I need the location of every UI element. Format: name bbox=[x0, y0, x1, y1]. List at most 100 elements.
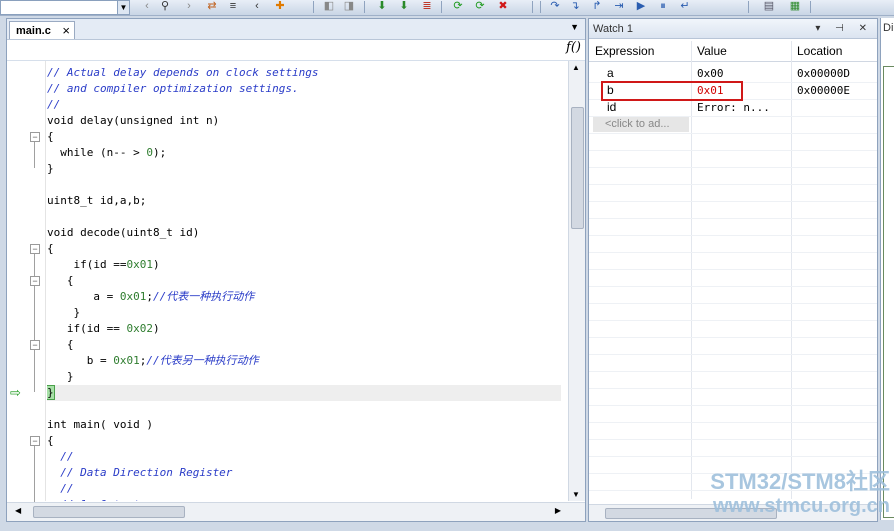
editor-horizontal-scrollbar[interactable]: ◀ ▶ bbox=[7, 502, 585, 521]
chevron-down-icon[interactable]: ▼ bbox=[117, 1, 129, 14]
code-comment: // Data Direction Register bbox=[47, 466, 233, 479]
next-arrow-icon[interactable]: ‹ bbox=[250, 0, 264, 13]
download2-icon[interactable]: ⬇ bbox=[397, 0, 411, 13]
scroll-thumb[interactable] bbox=[33, 506, 185, 518]
window2-icon[interactable]: ▦ bbox=[788, 0, 802, 13]
watch-add-row[interactable]: <click to ad... bbox=[589, 116, 877, 134]
watch-window-controls[interactable]: ▾ ⊣ ✕ bbox=[815, 19, 873, 39]
code-number: 0x01 bbox=[113, 354, 140, 367]
fold-guide bbox=[34, 350, 35, 376]
add-expression-input[interactable]: <click to ad... bbox=[593, 117, 689, 132]
toolbar-separator bbox=[364, 1, 365, 13]
column-location[interactable]: Location bbox=[791, 41, 877, 61]
watch-location: 0x00000E bbox=[797, 84, 850, 97]
fold-toggle-icon[interactable]: − bbox=[30, 436, 40, 446]
watch-location bbox=[791, 99, 877, 116]
find-icon[interactable]: ⚲ bbox=[158, 0, 172, 13]
fold-toggle-icon[interactable]: − bbox=[30, 276, 40, 286]
step-icon[interactable]: ⇄ bbox=[205, 0, 219, 13]
code-text: } bbox=[47, 162, 54, 175]
code-line: a = 0x01;//代表一种执行动作 bbox=[47, 289, 254, 305]
code-area[interactable]: // Actual delay depends on clock setting… bbox=[47, 61, 561, 501]
step-over-icon[interactable]: ↷ bbox=[548, 0, 562, 13]
right-panel-frame bbox=[883, 66, 894, 518]
back-icon[interactable]: ‹ bbox=[140, 0, 154, 13]
watch-panel: Watch 1 ▾ ⊣ ✕ Expression Value Location … bbox=[588, 18, 878, 522]
code-text: ) bbox=[152, 322, 160, 335]
scroll-left-icon[interactable]: ◀ bbox=[15, 506, 21, 515]
watch-row-id[interactable]: id Error: n... bbox=[589, 99, 877, 117]
column-value[interactable]: Value bbox=[691, 41, 791, 61]
list-icon[interactable]: ≣ bbox=[420, 0, 434, 13]
code-line: } bbox=[47, 305, 80, 321]
break-icon[interactable]: ⏸ bbox=[656, 0, 670, 13]
code-line: void delay(unsigned int n) bbox=[47, 113, 219, 129]
watch-empty-row bbox=[589, 337, 877, 355]
code-line: // Actual delay depends on clock setting… bbox=[47, 65, 319, 81]
watch-empty-row bbox=[589, 405, 877, 423]
scroll-up-icon[interactable]: ▲ bbox=[572, 63, 580, 72]
watermark-line1: STM32/STM8社区 bbox=[710, 469, 890, 494]
toolbar-separator bbox=[810, 1, 811, 13]
stop-icon[interactable]: ✖ bbox=[496, 0, 510, 13]
toolbar-combo[interactable]: ▼ bbox=[0, 0, 130, 15]
code-comment: // bbox=[47, 98, 61, 111]
left-icon[interactable]: ◧ bbox=[322, 0, 336, 13]
watch-expression: id bbox=[607, 100, 617, 114]
code-line: // bbox=[47, 97, 60, 113]
watch-title: Watch 1 bbox=[593, 23, 633, 35]
prev-icon[interactable]: ≡ bbox=[226, 0, 240, 13]
code-line: uint8_t id,a,b; bbox=[47, 193, 146, 209]
scroll-thumb[interactable] bbox=[571, 107, 584, 229]
download-icon[interactable]: ⬇ bbox=[375, 0, 389, 13]
go-icon[interactable]: ▶ bbox=[634, 0, 648, 13]
code-line: { bbox=[47, 337, 74, 353]
watermark-line2: www.stmcu.org.cn bbox=[712, 495, 890, 517]
toolbar-separator bbox=[313, 1, 314, 13]
editor-gutter[interactable]: − − − − − ⇨ bbox=[7, 61, 46, 504]
code-number: 0x01 bbox=[126, 258, 153, 271]
fold-toggle-icon[interactable]: − bbox=[30, 244, 40, 254]
code-line: { bbox=[47, 129, 54, 145]
function-list-button[interactable]: f() bbox=[566, 40, 581, 55]
code-line: // and compiler optimization settings. bbox=[47, 81, 299, 97]
code-line: while (n-- > 0); bbox=[47, 145, 166, 161]
step-in-icon[interactable]: ↴ bbox=[568, 0, 582, 13]
fold-toggle-icon[interactable]: − bbox=[30, 132, 40, 142]
code-text: a = bbox=[47, 290, 120, 303]
add-icon[interactable]: ✚ bbox=[273, 0, 287, 13]
tab-main-c[interactable]: main.c × bbox=[9, 21, 75, 39]
fold-guide bbox=[34, 142, 35, 168]
scroll-right-icon[interactable]: ▶ bbox=[555, 506, 561, 515]
right-icon[interactable]: ◨ bbox=[342, 0, 356, 13]
column-expression[interactable]: Expression bbox=[589, 41, 691, 61]
watch-empty-row bbox=[589, 354, 877, 372]
fold-guide bbox=[34, 446, 35, 504]
refresh-icon[interactable]: ⟳ bbox=[473, 0, 487, 13]
editor-vertical-scrollbar[interactable]: ▲ ▼ bbox=[568, 61, 585, 501]
window-icon[interactable]: ▤ bbox=[762, 0, 776, 13]
code-line: // Data Direction Register bbox=[47, 465, 232, 481]
toolbar: ▼ ‹ ⚲ › ⇄ ≡ ‹ ✚ ◧ ◨ ⬇ ⬇ ≣ ⟳ ⟳ ✖ ↷ ↴ ↱ ⇥ ▶ ⏸ ↵ ▤ ▦ bbox=[0, 0, 894, 16]
watch-empty-row bbox=[589, 252, 877, 270]
watch-empty-row bbox=[589, 303, 877, 321]
code-comment: // Actual delay depends on clock setting… bbox=[47, 66, 319, 79]
next-icon[interactable]: › bbox=[182, 0, 196, 13]
watch-empty-row bbox=[589, 439, 877, 457]
tab-list-chevron-icon[interactable]: ▼ bbox=[570, 22, 579, 32]
code-comment: // bbox=[47, 450, 74, 463]
step-out-icon[interactable]: ↱ bbox=[590, 0, 604, 13]
fold-guide bbox=[34, 286, 35, 312]
close-icon[interactable]: × bbox=[62, 22, 70, 40]
reset-icon[interactable]: ⟳ bbox=[451, 0, 465, 13]
watch-title-bar: Watch 1 ▾ ⊣ ✕ bbox=[589, 19, 877, 39]
watch-empty-row bbox=[589, 184, 877, 202]
code-number: 0x01 bbox=[119, 290, 147, 303]
scroll-down-icon[interactable]: ▼ bbox=[572, 490, 580, 499]
code-text: ; bbox=[146, 290, 153, 303]
view-icon[interactable]: ↵ bbox=[678, 0, 692, 13]
watch-empty-row bbox=[589, 201, 877, 219]
run-to-icon[interactable]: ⇥ bbox=[612, 0, 626, 13]
fold-toggle-icon[interactable]: − bbox=[30, 340, 40, 350]
code-line: if(id == 0x02) bbox=[47, 321, 160, 337]
